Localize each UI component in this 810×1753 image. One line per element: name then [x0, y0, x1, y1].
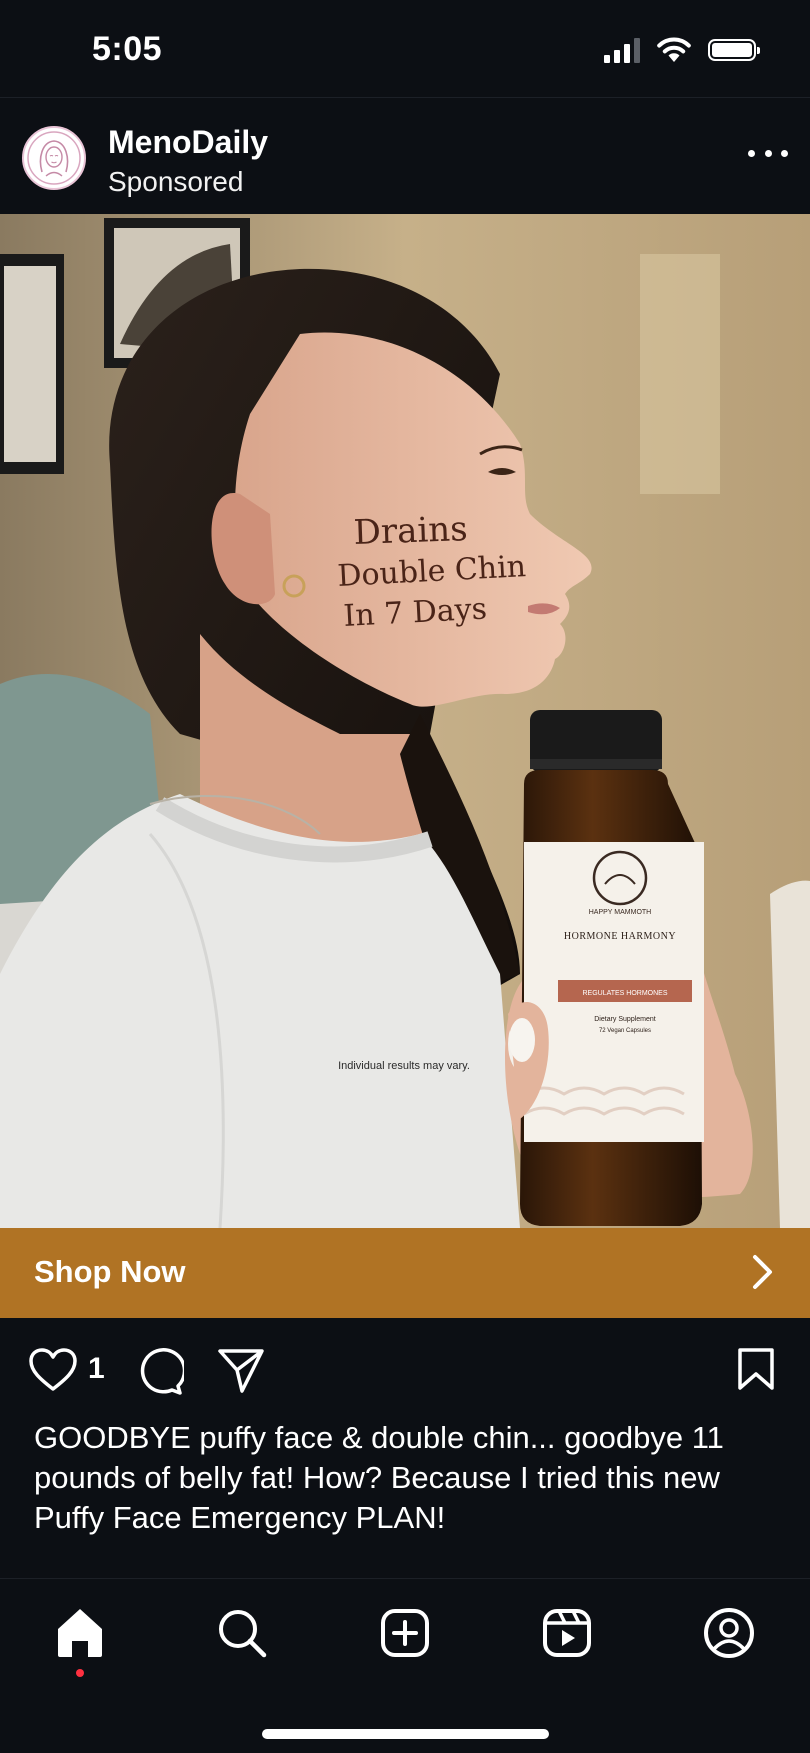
- bottle-product: HORMONE HARMONY: [564, 931, 676, 942]
- post-actions: 1: [0, 1318, 810, 1418]
- post-caption[interactable]: GOODBYE puffy face & double chin... good…: [34, 1418, 784, 1538]
- shop-now-label: Shop Now: [34, 1254, 186, 1289]
- woman-face-logo-icon: [27, 131, 81, 185]
- bottle-brand: HAPPY MAMMOTH: [589, 909, 652, 916]
- home-indicator: [262, 1729, 549, 1739]
- notification-dot: [76, 1669, 84, 1677]
- more-dot: [764, 149, 772, 157]
- face-text-line1: Drains: [353, 509, 468, 553]
- ad-image[interactable]: HAPPY MAMMOTH HORMONE HARMONY REGULATES …: [0, 214, 810, 1228]
- profile-icon[interactable]: [699, 1603, 759, 1663]
- account-name[interactable]: MenoDaily: [108, 124, 268, 161]
- sponsored-label: Sponsored: [108, 166, 244, 197]
- home-icon[interactable]: [50, 1603, 110, 1663]
- wifi-icon: [657, 37, 691, 62]
- chevron-right-icon: [753, 1255, 772, 1289]
- share-icon[interactable]: [216, 1346, 266, 1394]
- bottle-footer-2: 72 Vegan Capsules: [599, 1028, 651, 1034]
- heart-icon[interactable]: [28, 1348, 78, 1392]
- status-time: 5:05: [92, 30, 163, 68]
- reels-icon[interactable]: [537, 1603, 597, 1663]
- post-header: MenoDaily Sponsored: [0, 98, 810, 214]
- bottom-tab-bar: [0, 1579, 810, 1753]
- battery-icon: [708, 39, 760, 61]
- comment-icon[interactable]: [134, 1346, 184, 1396]
- more-options-button[interactable]: [748, 138, 788, 168]
- bottle-footer-1: Dietary Supplement: [594, 1016, 656, 1023]
- status-bar: 5:05: [0, 0, 810, 97]
- more-dot: [781, 149, 788, 157]
- like-count[interactable]: 1: [88, 1352, 105, 1386]
- status-icons: [604, 36, 760, 64]
- search-icon[interactable]: [212, 1603, 272, 1663]
- bookmark-icon[interactable]: [736, 1346, 776, 1392]
- more-horizontal-icon: [748, 149, 755, 157]
- cellular-signal-icon: [604, 37, 640, 63]
- shop-now-button[interactable]: Shop Now: [0, 1228, 810, 1318]
- bottle-badge: REGULATES HORMONES: [582, 990, 667, 997]
- account-avatar[interactable]: [22, 126, 86, 190]
- disclaimer-text: Individual results may vary.: [338, 1060, 470, 1072]
- create-icon[interactable]: [375, 1603, 435, 1663]
